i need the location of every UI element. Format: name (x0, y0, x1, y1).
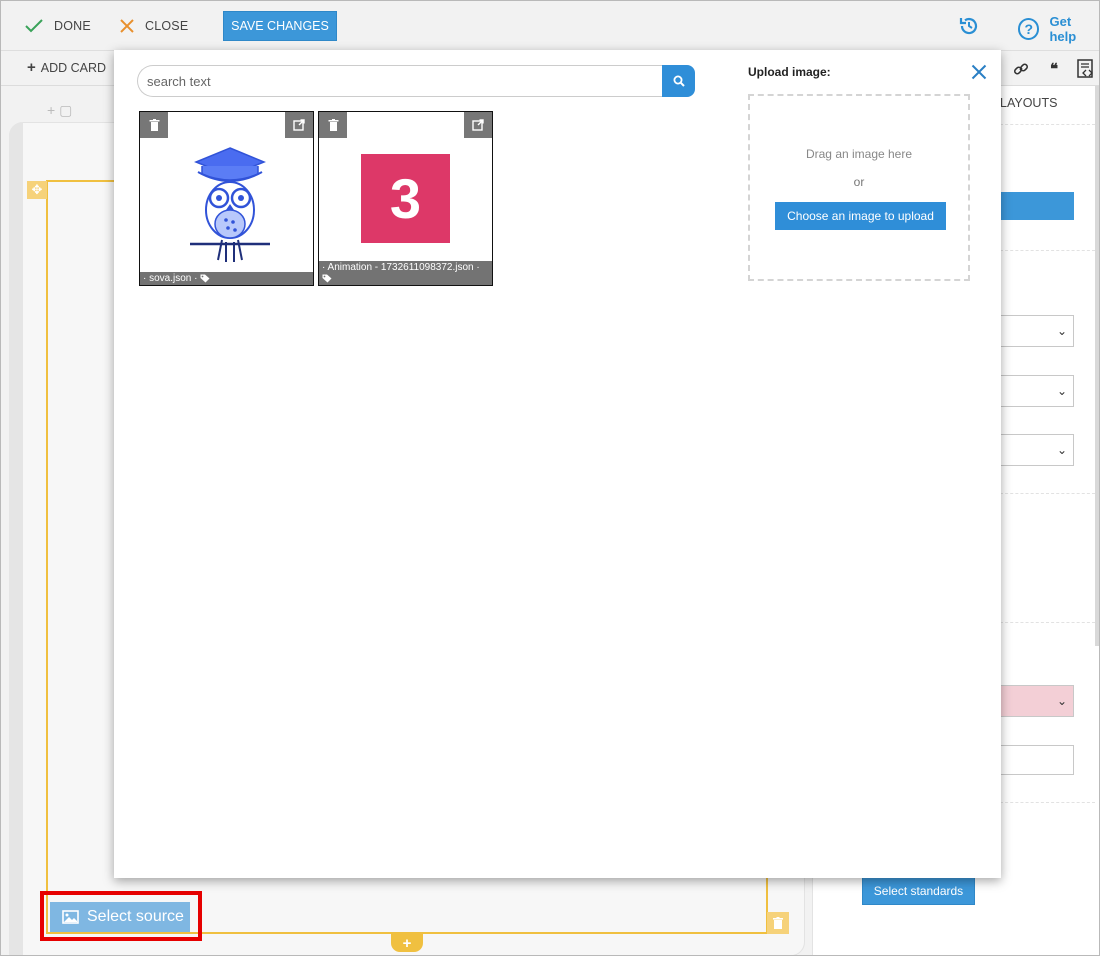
help-label: Get help (1049, 14, 1077, 44)
block-trash-icon[interactable] (767, 912, 789, 934)
move-handle-icon[interactable]: ✥ (27, 181, 47, 199)
open-image-button[interactable] (464, 112, 492, 138)
small-add-icon[interactable]: + ▢ (47, 102, 72, 119)
add-block-icon[interactable]: + (391, 934, 423, 952)
image-icon (62, 910, 79, 924)
image-picker-modal: · sova.json · 3 · Animation - 1732611098… (114, 50, 1001, 878)
help-icon: ? (1018, 18, 1040, 40)
done-label: DONE (54, 18, 91, 33)
panel-divider (1000, 622, 1095, 623)
image-filename: · sova.json · (143, 273, 198, 284)
image-thumbnail[interactable]: · sova.json · (139, 111, 314, 286)
upload-title: Upload image: (748, 65, 831, 79)
tab-layouts[interactable]: LAYOUTS (1000, 96, 1057, 110)
chevron-down-icon: ⌄ (1056, 443, 1067, 457)
chevron-down-icon: ⌄ (1056, 324, 1067, 338)
plus-icon: + (27, 59, 36, 76)
delete-image-button[interactable] (140, 112, 168, 138)
close-label: CLOSE (145, 18, 189, 33)
code-block-icon[interactable] (1075, 58, 1097, 80)
panel-select-1[interactable]: ⌄ (1000, 315, 1074, 347)
close-icon (971, 64, 987, 80)
select-source-highlight: Select source (40, 891, 202, 941)
panel-scrollbar[interactable] (1095, 86, 1100, 646)
panel-divider (1000, 124, 1095, 125)
chevron-down-icon: ⌄ (1056, 384, 1067, 398)
select-source-button[interactable]: Select source (50, 902, 190, 932)
panel-divider (1000, 802, 1095, 803)
delete-image-button[interactable] (319, 112, 347, 138)
external-link-icon (472, 119, 484, 131)
search-icon (673, 75, 685, 87)
panel-select-2[interactable]: ⌄ (1000, 375, 1074, 407)
top-toolbar: DONE CLOSE SAVE CHANGES ? Get help (0, 0, 1100, 51)
search-input[interactable] (137, 65, 663, 97)
modal-close-button[interactable] (968, 61, 990, 83)
animation-image: 3 (361, 154, 450, 243)
select-source-label: Select source (87, 908, 184, 925)
panel-divider (1000, 493, 1095, 494)
panel-select-pink[interactable]: ⌄ (1000, 685, 1074, 717)
canvas-left-rail (9, 122, 23, 956)
panel-input[interactable] (1000, 745, 1074, 775)
done-button[interactable]: DONE (24, 0, 91, 51)
trash-icon (149, 119, 159, 131)
search-button[interactable] (662, 65, 695, 97)
image-caption: · Animation - 1732611098372.json · (319, 261, 492, 285)
add-card-button[interactable]: + ADD CARD (27, 59, 107, 76)
image-drop-zone[interactable]: Drag an image here or Choose an image to… (748, 94, 970, 281)
quote-icon[interactable]: ❝ (1043, 58, 1065, 80)
panel-divider (1000, 250, 1095, 251)
link-icon[interactable] (1010, 58, 1032, 80)
tag-icon[interactable] (200, 274, 210, 283)
select-standards-button[interactable]: Select standards (862, 877, 975, 905)
save-changes-button[interactable]: SAVE CHANGES (223, 11, 337, 41)
trash-icon (328, 119, 338, 131)
tag-icon[interactable] (322, 274, 332, 283)
image-caption: · sova.json · (140, 272, 313, 285)
external-link-icon (293, 119, 305, 131)
image-filename: · Animation - 1732611098372.json · (322, 262, 480, 273)
drop-or-text: or (853, 175, 865, 189)
open-image-button[interactable] (285, 112, 313, 138)
image-thumbnail[interactable]: 3 · Animation - 1732611098372.json · (318, 111, 493, 286)
get-help-button[interactable]: ? Get help (1018, 14, 1100, 44)
close-button[interactable]: CLOSE (119, 0, 188, 51)
history-icon[interactable] (958, 15, 980, 37)
drop-hint: Drag an image here (805, 147, 913, 161)
search-bar (137, 65, 695, 97)
add-card-label: ADD CARD (40, 61, 107, 75)
choose-image-button[interactable]: Choose an image to upload (775, 202, 946, 230)
owl-image (190, 147, 270, 262)
panel-blue-button[interactable] (1000, 192, 1074, 220)
chevron-down-icon: ⌄ (1056, 694, 1067, 708)
check-icon (25, 18, 43, 32)
close-icon (120, 18, 134, 33)
panel-select-3[interactable]: ⌄ (1000, 434, 1074, 466)
